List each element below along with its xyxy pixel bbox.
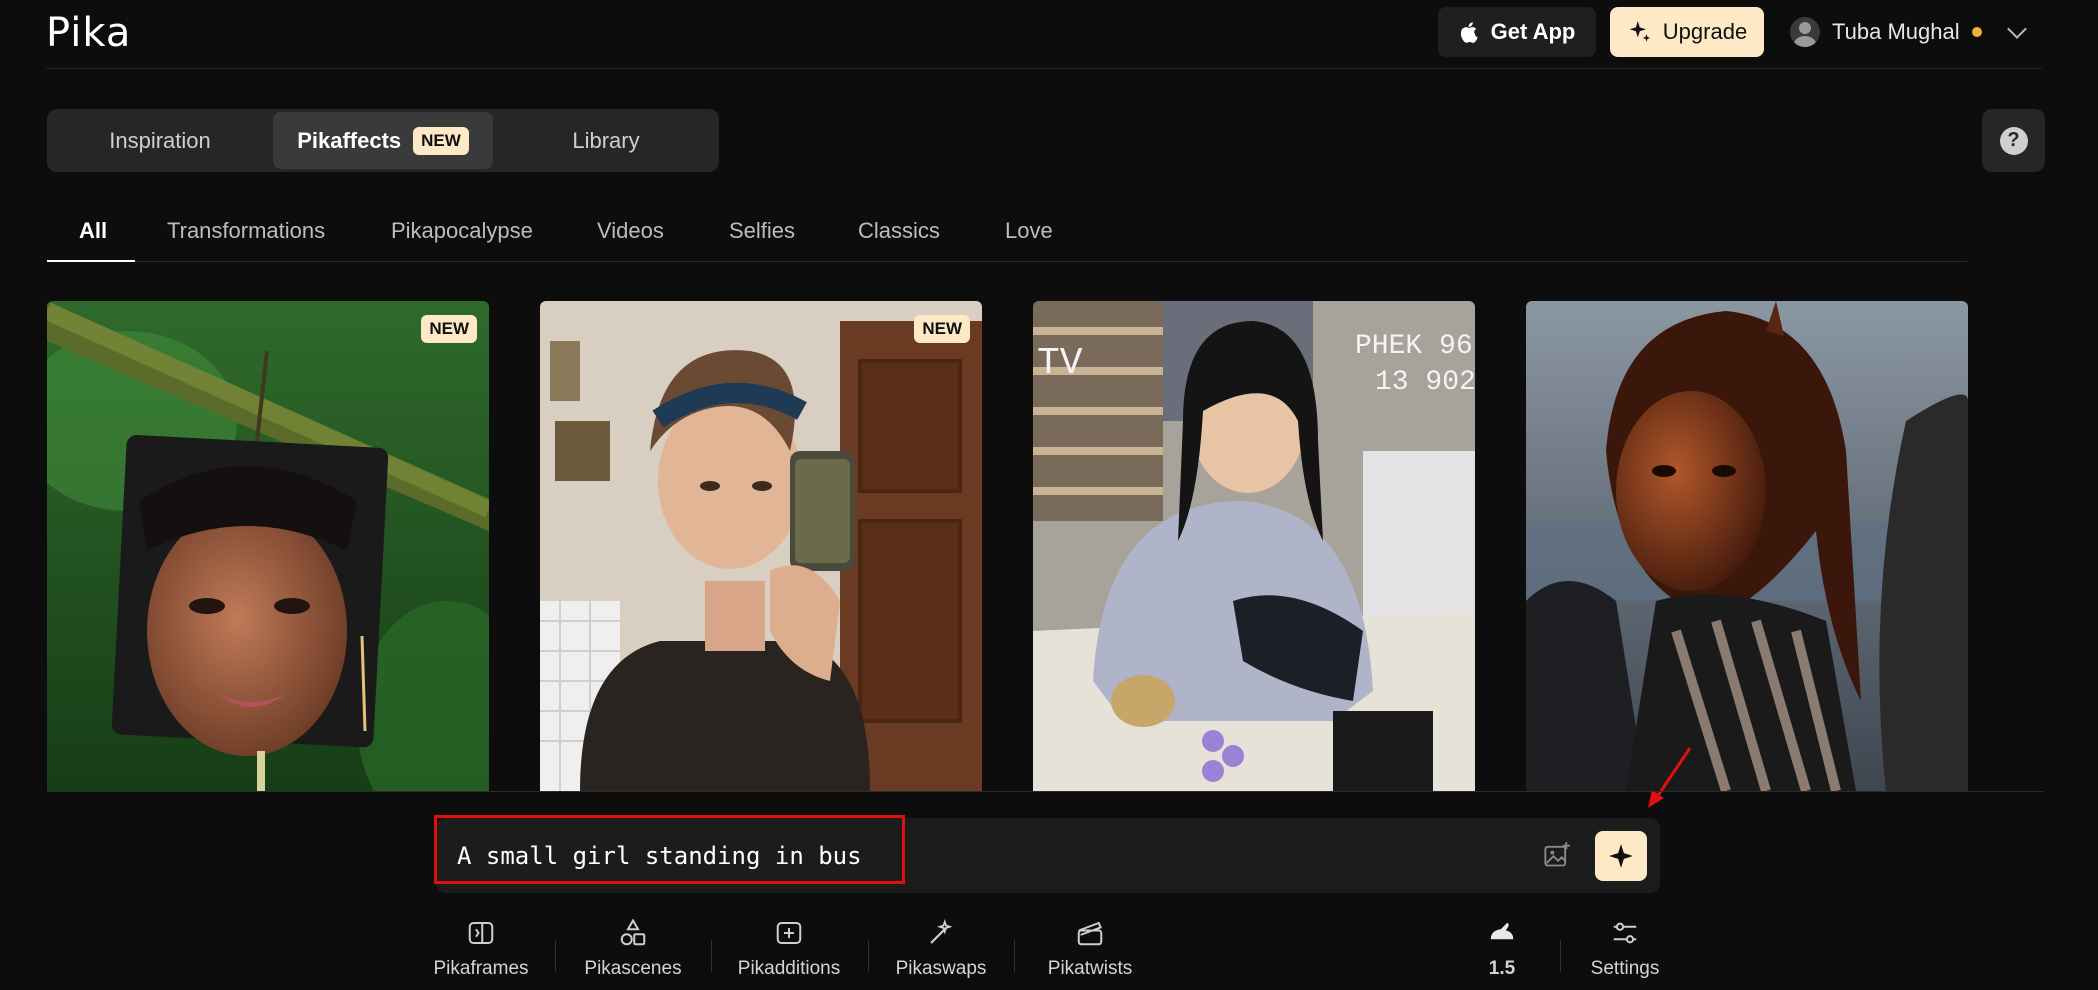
upgrade-button[interactable]: Upgrade [1610, 7, 1764, 57]
user-name: Tuba Mughal [1832, 19, 1960, 44]
mirror-selfie-image [540, 301, 982, 791]
tool-pikaswaps[interactable]: Pikaswaps [891, 918, 991, 988]
chevron-down-icon [2006, 19, 2027, 39]
sparkle-icon [1629, 21, 1651, 42]
tab-pikaffects-label: Pikaffects [297, 127, 402, 153]
frames-icon [468, 922, 494, 944]
category-pikapocalypse[interactable]: Pikapocalypse [391, 218, 533, 244]
status-dot [1971, 27, 1982, 37]
help-button[interactable]: ? [1982, 109, 2045, 172]
user-menu[interactable]: Tuba Mughal [1790, 14, 2027, 50]
tool-label: Pikascenes [584, 958, 682, 979]
vhs-timestamp-line2: 13 902 [1375, 367, 1475, 398]
model-version: 1.5 [1488, 958, 1516, 979]
card-new-badge: NEW [914, 315, 970, 343]
shapes-icon [620, 918, 646, 946]
tab-library[interactable]: Library [493, 109, 719, 172]
tool-separator [1014, 940, 1015, 972]
category-transformations[interactable]: Transformations [167, 218, 325, 244]
magic-wand-icon [930, 918, 953, 944]
sliders-icon [1613, 922, 1637, 944]
tool-pikatwists[interactable]: Pikatwists [1040, 918, 1140, 988]
upgrade-label: Upgrade [1662, 19, 1748, 44]
sparkle-icon [1609, 844, 1633, 868]
help-icon: ? [1999, 126, 2028, 155]
tool-separator [555, 940, 556, 972]
tab-inspiration[interactable]: Inspiration [47, 109, 273, 172]
header-divider [46, 68, 2042, 69]
category-love[interactable]: Love [1005, 218, 1053, 244]
main-tabs: Inspiration Pikaffects NEW Library [47, 109, 719, 172]
annotation-arrow [1648, 747, 1692, 808]
gallery-divider [47, 791, 2044, 792]
pika-logo[interactable]: Pika [46, 10, 131, 56]
tool-pikaframes[interactable]: Pikaframes [428, 918, 534, 988]
category-active-indicator [47, 260, 135, 262]
bronze-statue-image [1526, 301, 1968, 791]
tool-label: Pikaframes [433, 958, 529, 979]
tool-label: Pikatwists [1047, 958, 1133, 979]
get-app-label: Get App [1490, 19, 1576, 44]
add-frame-icon [776, 922, 802, 944]
category-classics[interactable]: Classics [858, 218, 940, 244]
prompt-highlight-annotation [434, 815, 905, 884]
vhs-timestamp-line1: PHEK 96 [1355, 331, 1473, 362]
settings-label: Settings [1590, 958, 1660, 979]
tool-separator [711, 940, 712, 972]
category-divider [47, 261, 1967, 262]
category-selfies[interactable]: Selfies [729, 218, 795, 244]
tab-pikaffects[interactable]: Pikaffects NEW [273, 112, 493, 169]
tool-separator [1560, 940, 1561, 972]
generate-button[interactable] [1595, 831, 1647, 881]
add-image-icon[interactable] [1543, 841, 1571, 869]
tool-label: Pikadditions [737, 958, 841, 979]
effect-card-statue[interactable] [1526, 301, 1968, 791]
category-all[interactable]: All [79, 218, 107, 244]
vhs-tv-text: TV [1037, 342, 1083, 385]
jungle-face-image [47, 301, 489, 791]
tool-separator [868, 940, 869, 972]
effect-card-vhs[interactable]: TV PHEK 96 13 902 [1033, 301, 1475, 791]
new-badge: NEW [413, 126, 469, 155]
tab-inspiration-label: Inspiration [109, 127, 211, 153]
category-videos[interactable]: Videos [597, 218, 664, 244]
model-selector[interactable]: 1.5 [1470, 918, 1534, 988]
get-app-button[interactable]: Get App [1438, 7, 1596, 57]
avatar [1790, 17, 1820, 47]
tool-pikadditions[interactable]: Pikadditions [731, 918, 847, 988]
tool-pikascenes[interactable]: Pikascenes [578, 918, 688, 988]
tab-library-label: Library [572, 127, 640, 153]
vhs-shopper-image: TV PHEK 96 13 902 [1033, 301, 1475, 791]
card-new-badge: NEW [421, 315, 477, 343]
effect-card-jungle[interactable]: NEW [47, 301, 489, 791]
settings-button[interactable]: Settings [1580, 918, 1670, 988]
apple-icon [1460, 22, 1478, 43]
effect-card-selfie[interactable]: NEW [540, 301, 982, 791]
rabbit-icon [1490, 923, 1514, 940]
tool-label: Pikaswaps [895, 958, 987, 979]
clapperboard-icon [1077, 921, 1103, 946]
